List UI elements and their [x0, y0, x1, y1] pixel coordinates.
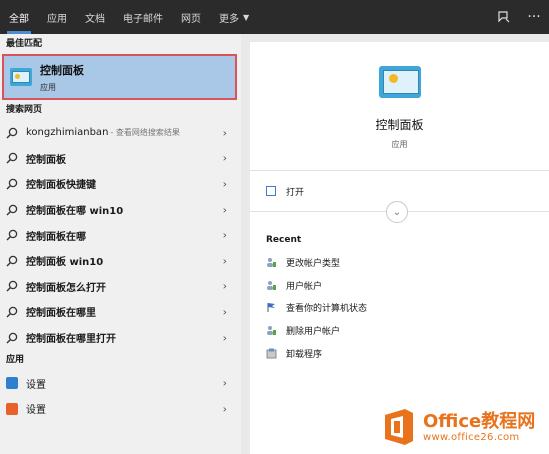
tab-apps-label: 应用: [47, 13, 67, 25]
tab-all[interactable]: 全部: [0, 0, 38, 34]
watermark-url: www.office26.com: [423, 431, 520, 443]
web-result-label: 控制面板快捷键: [26, 180, 96, 192]
chevron-right-icon[interactable]: ›: [223, 402, 227, 415]
chevron-right-icon[interactable]: ›: [223, 177, 227, 190]
recent-item-label: 查看你的计算机状态: [286, 304, 368, 315]
more-options-icon[interactable]: ···: [519, 0, 549, 34]
search-icon: [6, 280, 18, 292]
recent-item-label: 删除用户帐户: [286, 327, 341, 338]
programs-icon: [266, 348, 277, 359]
user-account-icon: [267, 326, 276, 336]
best-match-control-panel[interactable]: 控制面板 应用: [2, 54, 237, 100]
recent-item-label: 更改帐户类型: [286, 258, 341, 269]
app-result-label: 设置: [26, 405, 46, 417]
chevron-right-icon[interactable]: ›: [223, 254, 227, 267]
chevron-right-icon[interactable]: ›: [223, 229, 227, 242]
settings-app-icon: [6, 377, 18, 390]
recent-item[interactable]: 卸载程序: [250, 342, 549, 365]
preview-title: 控制面板: [375, 118, 424, 132]
open-icon: [266, 186, 276, 196]
control-panel-large-icon: [378, 66, 421, 98]
search-icon: [6, 152, 18, 164]
user-account-icon: [267, 280, 276, 290]
web-result-item[interactable]: 控制面板在哪里 ›: [0, 299, 241, 325]
web-result-label: 控制面板在哪: [26, 231, 86, 243]
results-list: 最佳匹配 控制面板 应用 搜索网页 kongzhimianban - 查看网络搜…: [0, 34, 241, 454]
flag-icon: [267, 303, 275, 313]
web-result-label: 控制面板在哪 win10: [26, 206, 124, 218]
recent-item[interactable]: 删除用户帐户: [250, 319, 549, 342]
tab-all-label: 全部: [9, 13, 29, 25]
tab-email-label: 电子邮件: [123, 13, 163, 25]
chevron-right-icon[interactable]: ›: [223, 152, 227, 165]
tab-web[interactable]: 网页: [172, 0, 210, 34]
watermark: Office教程网 www.office26.com: [379, 400, 549, 454]
search-icon: [6, 229, 18, 241]
app-result-settings[interactable]: 设置 ›: [0, 396, 241, 422]
web-result-item[interactable]: 控制面板 ›: [0, 146, 241, 172]
tab-documents-label: 文档: [85, 13, 105, 25]
recent-item[interactable]: 更改帐户类型: [250, 251, 549, 274]
office-logo-icon: [385, 409, 413, 445]
tab-more[interactable]: 更多 ▼: [210, 0, 258, 34]
web-result-item[interactable]: 控制面板在哪里打开 ›: [0, 325, 241, 351]
preview-subtitle: 应用: [391, 140, 408, 149]
recent-header: Recent: [266, 235, 302, 245]
tab-more-label: 更多: [219, 13, 239, 25]
watermark-brand: Office教程网: [423, 410, 536, 432]
web-result-label: 控制面板: [26, 154, 66, 166]
chevron-right-icon[interactable]: ›: [223, 305, 227, 318]
search-icon: [6, 127, 18, 139]
chevron-right-icon[interactable]: ›: [223, 126, 227, 139]
app-result-settings[interactable]: 设置 ›: [0, 370, 241, 396]
preview-pane: 控制面板 应用 打开 ⌄ Recent 更改帐户类型 用户帐户 查看你的计算机状…: [250, 42, 549, 454]
app-result-label: 设置: [26, 379, 46, 391]
recent-item-label: 用户帐户: [286, 281, 323, 292]
web-search-header: 搜索网页: [6, 105, 43, 115]
user-account-icon: [267, 257, 276, 267]
web-result-item[interactable]: 控制面板怎么打开 ›: [0, 274, 241, 300]
search-icon: [6, 204, 18, 216]
search-icon: [6, 178, 18, 190]
preview-header: 控制面板 应用: [250, 42, 549, 171]
tab-email[interactable]: 电子邮件: [114, 0, 172, 34]
web-result-label: 控制面板在哪里: [26, 308, 96, 320]
apps-header: 应用: [6, 355, 25, 366]
expand-chevron-icon[interactable]: ⌄: [386, 201, 408, 223]
settings-app-icon-orange: [6, 402, 18, 415]
web-result-item[interactable]: 控制面板在哪 win10 ›: [0, 197, 241, 223]
chevron-right-icon[interactable]: ›: [223, 280, 227, 293]
web-result-hint: - 查看网络搜索结果: [110, 128, 180, 138]
chevron-right-icon[interactable]: ›: [223, 377, 227, 390]
search-icon: [6, 306, 18, 318]
recent-item-label: 卸载程序: [286, 350, 323, 361]
search-icon: [6, 332, 18, 344]
web-result-item[interactable]: 控制面板 win10 ›: [0, 248, 241, 274]
web-result-label: 控制面板在哪里打开: [26, 334, 116, 346]
tab-documents[interactable]: 文档: [76, 0, 114, 34]
best-match-title: 控制面板: [40, 63, 84, 77]
best-match-header: 最佳匹配: [6, 39, 43, 49]
web-result-item[interactable]: kongzhimianban - 查看网络搜索结果 ›: [0, 120, 241, 146]
open-label: 打开: [286, 187, 305, 198]
recent-item[interactable]: 用户帐户: [250, 274, 549, 297]
chevron-down-icon: ▼: [243, 12, 250, 22]
search-icon: [6, 255, 18, 267]
tab-web-label: 网页: [181, 13, 201, 25]
web-result-item[interactable]: 控制面板快捷键 ›: [0, 171, 241, 197]
best-match-subtitle: 应用: [40, 82, 56, 92]
web-result-label: 控制面板怎么打开: [26, 282, 106, 294]
chevron-right-icon[interactable]: ›: [223, 203, 227, 216]
web-result-label: kongzhimianban: [26, 127, 109, 139]
tab-apps[interactable]: 应用: [38, 0, 76, 34]
chevron-right-icon[interactable]: ›: [223, 331, 227, 344]
recent-item[interactable]: 查看你的计算机状态: [250, 297, 549, 320]
search-filter-bar: 全部 应用 文档 电子邮件 网页 更多 ▼ ···: [0, 0, 549, 34]
expand-divider: ⌄: [250, 201, 549, 225]
web-result-label: 控制面板 win10: [26, 257, 104, 269]
control-panel-icon: [10, 68, 32, 86]
feedback-icon[interactable]: [489, 0, 519, 34]
web-result-item[interactable]: 控制面板在哪 ›: [0, 222, 241, 248]
